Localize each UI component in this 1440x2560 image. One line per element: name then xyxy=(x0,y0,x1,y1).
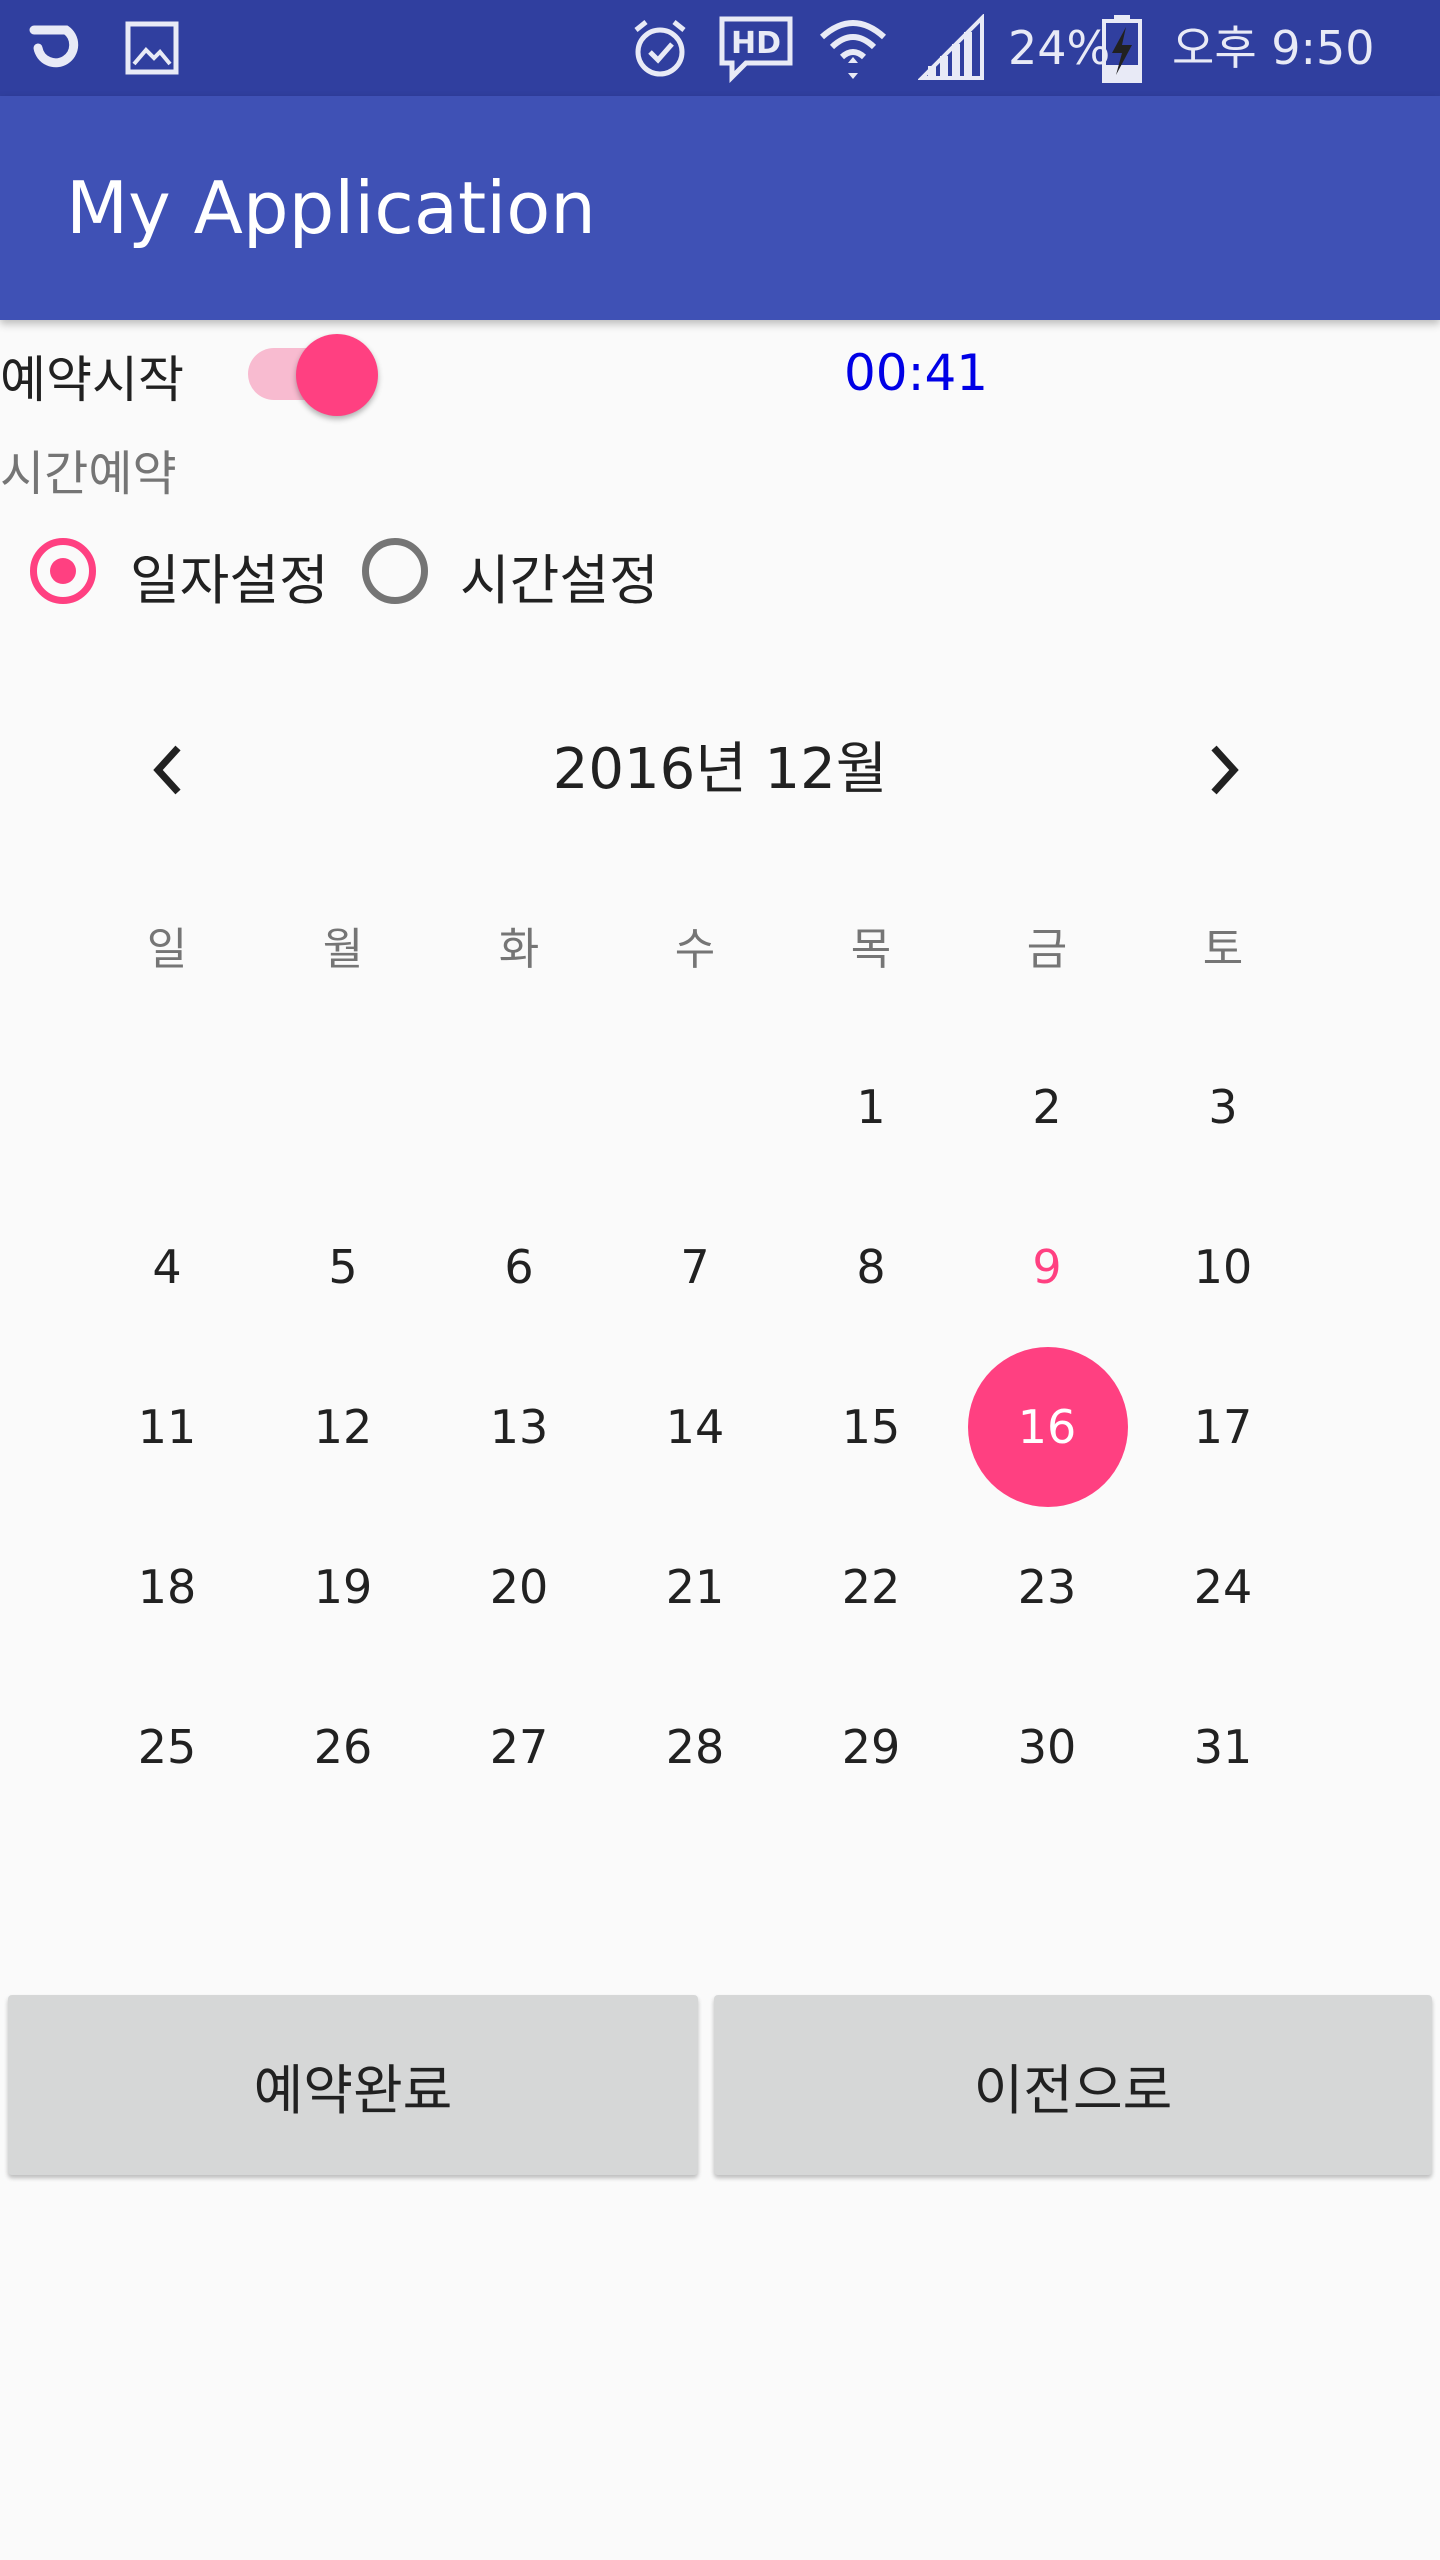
weekday-label: 금 xyxy=(1026,924,1068,975)
app-title: My Application xyxy=(66,166,596,250)
calendar-day[interactable]: 3 xyxy=(1135,1027,1311,1187)
previous-button[interactable]: 이전으로 xyxy=(714,1995,1432,2175)
battery-percent: 24% xyxy=(1008,21,1111,75)
calendar-day[interactable]: 2 xyxy=(959,1027,1135,1187)
battery-charging-icon xyxy=(1102,0,1142,96)
calendar-day[interactable]: 13 xyxy=(431,1347,607,1507)
weekday-label: 토 xyxy=(1202,924,1244,975)
calendar-day[interactable]: 1 xyxy=(783,1027,959,1187)
weekday-label: 화 xyxy=(498,924,540,975)
gallery-icon xyxy=(124,0,180,96)
calendar-day-selected[interactable]: 16 xyxy=(959,1347,1135,1507)
chevron-right-icon xyxy=(1211,745,1239,795)
alarm-icon xyxy=(628,0,692,96)
next-month-button[interactable] xyxy=(1174,720,1274,820)
radio-date-dot xyxy=(50,558,76,584)
calendar-day[interactable]: 25 xyxy=(79,1667,255,1827)
reservation-complete-button[interactable]: 예약완료 xyxy=(8,1995,698,2175)
calendar-day[interactable]: 8 xyxy=(783,1187,959,1347)
radio-date-circle xyxy=(30,538,96,604)
calendar-day[interactable]: 28 xyxy=(607,1667,783,1827)
signal-icon xyxy=(918,0,986,96)
calendar-day[interactable]: 21 xyxy=(607,1507,783,1667)
status-bar: HD 24% 오후 9:50 xyxy=(0,0,1440,96)
radio-date-label: 일자설정 xyxy=(130,549,329,612)
calendar-day[interactable]: 9 xyxy=(959,1187,1135,1347)
calendar-day[interactable]: 6 xyxy=(431,1187,607,1347)
svg-text:HD: HD xyxy=(731,26,781,61)
radio-time-label: 시간설정 xyxy=(460,549,659,612)
calendar-day[interactable]: 12 xyxy=(255,1347,431,1507)
app-o-icon xyxy=(26,0,86,96)
hd-voice-icon: HD xyxy=(716,0,796,96)
calendar-day[interactable]: 17 xyxy=(1135,1347,1311,1507)
calendar-day[interactable]: 15 xyxy=(783,1347,959,1507)
reservation-switch-label: 예약시작 xyxy=(0,351,184,409)
calendar-day[interactable]: 30 xyxy=(959,1667,1135,1827)
calendar-day[interactable]: 14 xyxy=(607,1347,783,1507)
weekday-label: 수 xyxy=(674,924,716,975)
calendar-header: 2016년 12월 xyxy=(0,720,1440,820)
section-label: 시간예약 xyxy=(0,446,177,502)
calendar-day[interactable]: 27 xyxy=(431,1667,607,1827)
calendar-day[interactable]: 19 xyxy=(255,1507,431,1667)
timer-text: 00:41 xyxy=(844,344,989,402)
radio-time-circle xyxy=(362,538,428,604)
calendar-day[interactable]: 31 xyxy=(1135,1667,1311,1827)
status-time: 오후 9:50 xyxy=(1172,21,1375,75)
calendar-day[interactable]: 10 xyxy=(1135,1187,1311,1347)
calendar-day[interactable]: 5 xyxy=(255,1187,431,1347)
calendar-day[interactable]: 24 xyxy=(1135,1507,1311,1667)
calendar-day[interactable]: 11 xyxy=(79,1347,255,1507)
app-bar: My Application xyxy=(0,96,1440,320)
calendar-day[interactable]: 20 xyxy=(431,1507,607,1667)
weekday-row: 일월화수목금토 xyxy=(0,900,1440,1000)
wifi-icon xyxy=(818,0,888,96)
calendar-day[interactable]: 29 xyxy=(783,1667,959,1827)
weekday-label: 일 xyxy=(146,924,188,975)
calendar-day[interactable]: 18 xyxy=(79,1507,255,1667)
weekday-label: 목 xyxy=(850,924,892,975)
calendar-day[interactable]: 7 xyxy=(607,1187,783,1347)
switch-thumb xyxy=(296,334,378,416)
calendar-day[interactable]: 4 xyxy=(79,1187,255,1347)
calendar-day[interactable]: 26 xyxy=(255,1667,431,1827)
calendar-day[interactable]: 23 xyxy=(959,1507,1135,1667)
weekday-label: 월 xyxy=(322,924,364,975)
calendar-day[interactable]: 22 xyxy=(783,1507,959,1667)
